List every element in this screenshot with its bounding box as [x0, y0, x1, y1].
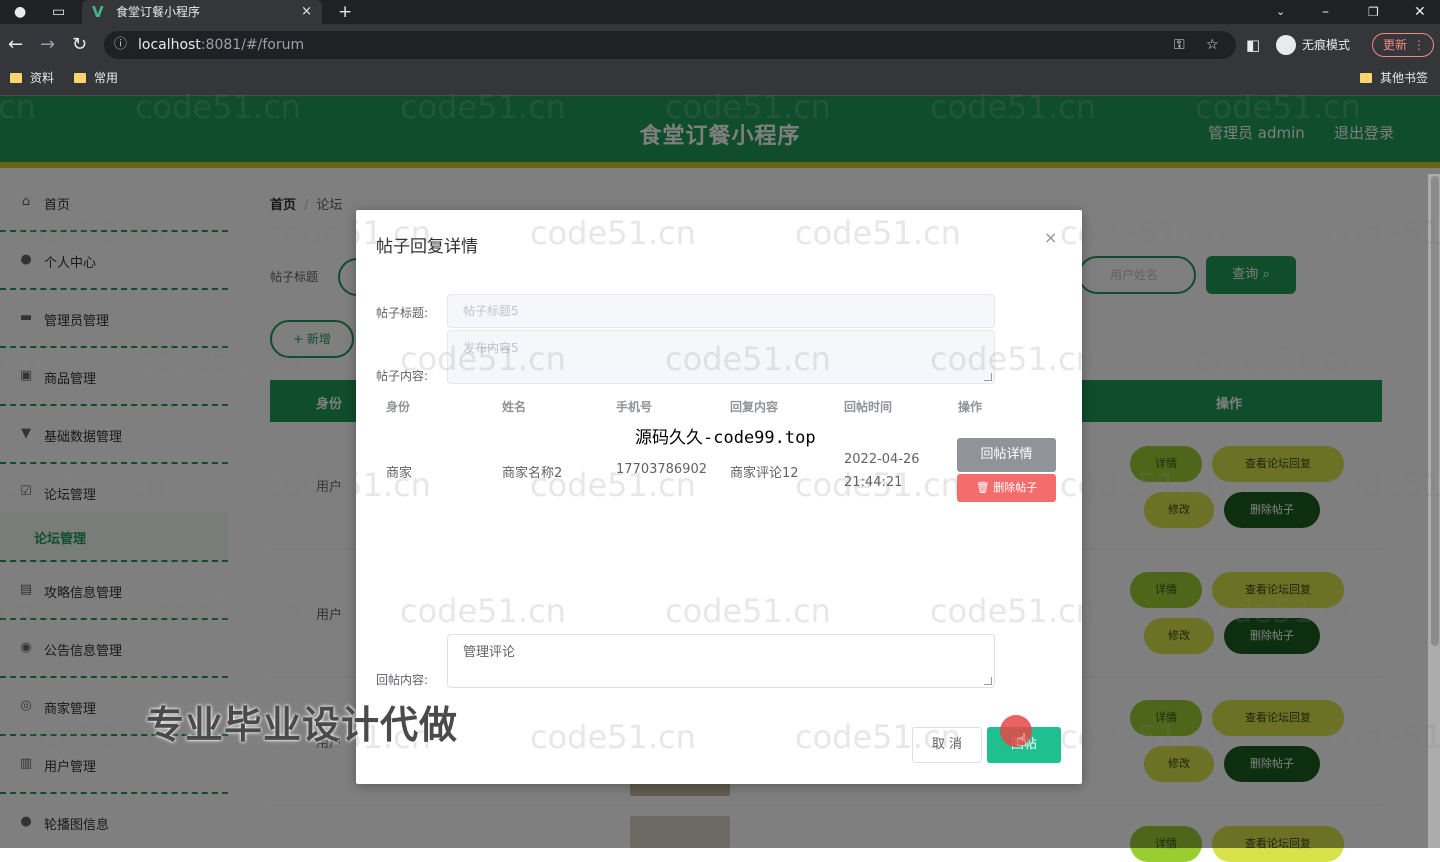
incognito-avatar-icon — [1276, 34, 1296, 55]
forward-arrow-icon[interactable]: → — [40, 34, 55, 56]
reply-content-label: 回帖内容: — [376, 673, 429, 687]
post-title-label: 帖子标题: — [376, 306, 429, 320]
site-info-icon[interactable]: ⓘ — [114, 31, 127, 59]
reply-col-role: 身份 — [386, 400, 411, 414]
minimize-icon[interactable]: – — [1322, 0, 1329, 24]
bookmark-label: 常用 — [94, 71, 119, 85]
page-scrollbar-thumb[interactable] — [1431, 176, 1439, 646]
post-content-field[interactable]: 发布内容5 — [447, 330, 995, 384]
reply-col-content: 回复内容 — [730, 400, 779, 414]
update-button[interactable]: 更新 ⋮ — [1372, 33, 1434, 57]
restore-icon[interactable]: ❐ — [1368, 0, 1379, 24]
more-menu-icon: ⋮ — [1413, 38, 1425, 52]
incognito-indicator[interactable]: 无痕模式 — [1276, 33, 1350, 57]
reply-content-textarea[interactable]: 管理评论 — [447, 634, 995, 688]
resize-grip-icon[interactable] — [984, 677, 992, 685]
reply-delete-label: 删除帖子 — [993, 481, 1038, 494]
bookmark-label: 其他书签 — [1380, 71, 1429, 85]
vue-logo-icon: V — [92, 3, 104, 21]
reply-time: 2022-04-26 21:44:21 — [844, 452, 920, 490]
url-port: :8081 — [200, 37, 242, 53]
trash-icon: 🗑 — [975, 481, 990, 494]
dialog-title: 帖子回复详情 — [376, 237, 478, 257]
folder-icon — [1360, 72, 1372, 83]
back-arrow-icon[interactable]: ← — [8, 34, 23, 56]
reply-phone: 17703786902 — [616, 462, 707, 477]
post-title-field[interactable]: 帖子标题5 — [447, 294, 995, 328]
tab-close-icon[interactable]: × — [301, 0, 312, 24]
update-label: 更新 — [1383, 38, 1408, 52]
reply-delete-button[interactable]: 🗑 删除帖子 — [957, 474, 1056, 502]
reply-detail-dialog: 帖子回复详情 × 帖子标题: 帖子标题5 帖子内容: 发布内容5 身份 姓名 手… — [356, 210, 1082, 784]
bookmark-folder-ziliao[interactable]: 资料 — [10, 66, 54, 90]
reply-col-phone: 手机号 — [616, 400, 653, 414]
browser-toolbar: ← → ↻ ⓘ localhost:8081/#/forum ⚿ ☆ ◧ 无痕模… — [0, 24, 1440, 66]
post-content-value: 发布内容5 — [463, 341, 519, 355]
promo-banner-text: 专业毕业设计代做 — [146, 703, 459, 747]
browser-tab-active[interactable]: V 食堂订餐小程序 × — [82, 0, 322, 24]
reply-content: 商家评论12 — [730, 466, 799, 481]
side-panel-icon[interactable]: ◧ — [1246, 34, 1260, 56]
reply-col-actions: 操作 — [958, 400, 983, 414]
folder-icon — [74, 72, 86, 83]
browser-window-icon[interactable]: ▭ — [52, 0, 65, 24]
reply-detail-button[interactable]: 回帖详情 — [957, 438, 1056, 472]
tab-search-icon[interactable]: ⌄ — [1276, 0, 1285, 24]
reply-col-time: 回帖时间 — [844, 400, 893, 414]
overlay-watermark-text: 源码久久-code99.top — [635, 428, 816, 448]
reply-name: 商家名称2 — [502, 466, 563, 481]
cancel-button[interactable]: 取 消 — [912, 727, 982, 763]
reply-role: 商家 — [386, 466, 413, 481]
reply-content-value: 管理评论 — [463, 645, 516, 660]
bookmark-folder-changyong[interactable]: 常用 — [74, 66, 118, 90]
tab-title: 食堂订餐小程序 — [116, 5, 201, 19]
new-tab-icon[interactable]: + — [338, 0, 352, 24]
key-icon[interactable]: ⚿ — [1174, 31, 1185, 59]
hand-cursor-icon: ☝ — [1016, 730, 1027, 751]
reply-col-name: 姓名 — [502, 400, 527, 414]
browser-globe-icon[interactable]: ● — [14, 0, 26, 24]
bookmarks-bar: 资料 常用 其他书签 — [0, 66, 1440, 96]
bookmark-folder-other[interactable]: 其他书签 — [1360, 66, 1428, 90]
url-host: localhost — [138, 37, 201, 53]
url-path: /#/forum — [241, 37, 305, 53]
reload-icon[interactable]: ↻ — [72, 34, 87, 56]
bookmark-star-icon[interactable]: ☆ — [1206, 31, 1219, 59]
window-close-icon[interactable]: ✕ — [1414, 0, 1426, 24]
address-bar[interactable]: ⓘ localhost:8081/#/forum ⚿ ☆ — [104, 31, 1236, 59]
dialog-close-icon[interactable]: × — [1044, 228, 1057, 247]
incognito-label: 无痕模式 — [1302, 38, 1351, 52]
bookmark-label: 资料 — [30, 71, 55, 85]
browser-tabbar: ● ▭ V 食堂订餐小程序 × + ⌄ – ❐ ✕ — [0, 0, 1440, 24]
post-content-label: 帖子内容: — [376, 369, 429, 383]
folder-icon — [10, 72, 22, 83]
resize-grip-icon[interactable] — [984, 373, 992, 381]
